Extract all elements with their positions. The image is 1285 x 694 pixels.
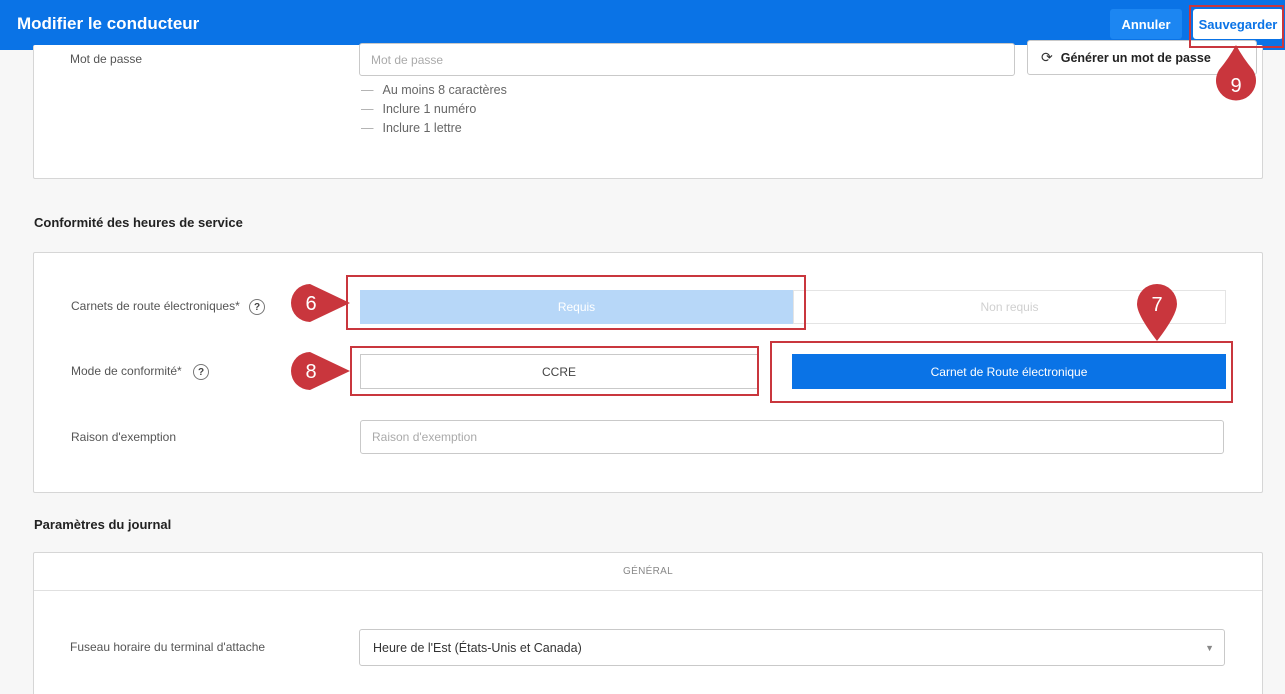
tab-general[interactable]: GÉNÉRAL [34, 553, 1262, 591]
password-input[interactable]: Mot de passe [359, 43, 1015, 76]
refresh-icon: ⟳ [1041, 49, 1053, 65]
help-icon[interactable]: ? [193, 364, 209, 380]
exemption-label: Raison d'exemption [71, 430, 177, 444]
hos-section-title: Conformité des heures de service [34, 215, 243, 230]
annotation-marker-9: 9 [1216, 45, 1256, 101]
highlight-box-9 [1189, 5, 1284, 48]
highlight-box-7 [770, 341, 1233, 403]
timezone-label: Fuseau horaire du terminal d'attache [70, 640, 266, 654]
cancel-button[interactable]: Annuler [1110, 9, 1182, 39]
timezone-select[interactable]: Heure de l'Est (États-Unis et Canada) ▼ [359, 629, 1225, 666]
compliance-mode-label: Mode de conformité* [71, 364, 182, 378]
timezone-value: Heure de l'Est (États-Unis et Canada) [373, 640, 582, 655]
exemption-placeholder: Raison d'exemption [372, 430, 478, 444]
annotation-marker-8: 8 [291, 352, 350, 390]
password-requirement: — Inclure 1 lettre [361, 121, 462, 135]
highlight-box-8 [350, 346, 759, 396]
help-icon[interactable]: ? [249, 299, 265, 315]
marker-label: 9 [1230, 75, 1241, 97]
marker-label: 8 [305, 361, 316, 383]
generate-password-label: Générer un mot de passe [1060, 50, 1211, 65]
annotation-marker-7: 7 [1137, 284, 1177, 341]
annotation-marker-6: 6 [291, 284, 350, 322]
password-placeholder: Mot de passe [371, 52, 444, 67]
eld-label: Carnets de route électroniques* [71, 299, 240, 313]
exemption-input[interactable]: Raison d'exemption [360, 420, 1224, 454]
marker-label: 6 [305, 293, 316, 315]
password-requirement: — Inclure 1 numéro [361, 102, 477, 116]
password-label: Mot de passe [70, 52, 143, 66]
journal-section-title: Paramètres du journal [34, 517, 172, 532]
password-requirement: — Au moins 8 caractères [361, 83, 507, 97]
highlight-box-6 [346, 275, 806, 330]
marker-label: 7 [1151, 294, 1162, 316]
chevron-down-icon: ▼ [1205, 643, 1214, 653]
page-title: Modifier le conducteur [17, 14, 200, 33]
